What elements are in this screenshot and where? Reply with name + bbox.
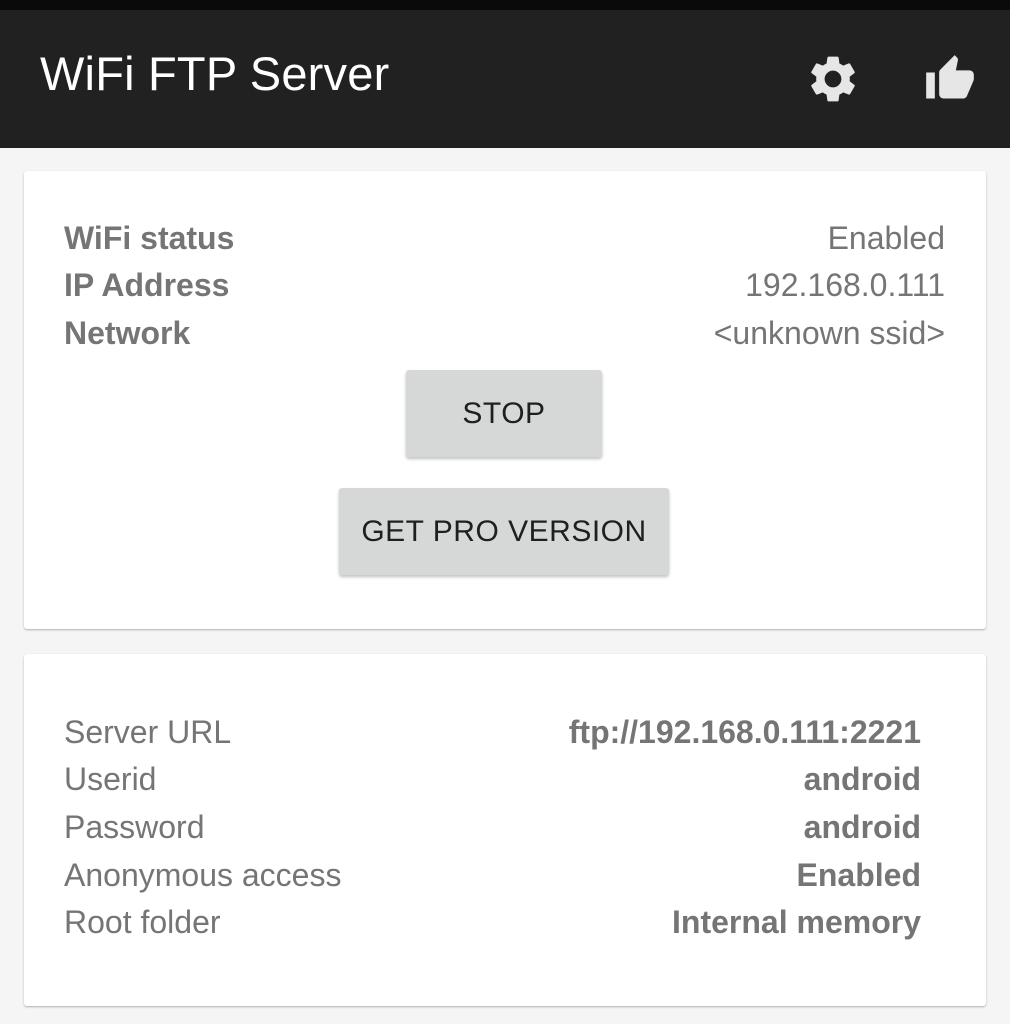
wifi-status-label: WiFi status <box>64 220 235 256</box>
userid-row: Userid android <box>64 763 921 795</box>
stop-button[interactable]: STOP <box>406 370 602 457</box>
anonymous-access-label: Anonymous access <box>64 857 342 893</box>
rate-button[interactable] <box>912 41 988 117</box>
app-bar: WiFi FTP Server <box>0 10 1010 148</box>
gear-icon <box>811 56 855 102</box>
password-value: android <box>803 809 921 845</box>
settings-button[interactable] <box>795 41 871 117</box>
password-row: Password android <box>64 811 921 843</box>
app-title: WiFi FTP Server <box>40 47 390 100</box>
wifi-status-value: Enabled <box>827 220 945 256</box>
ip-address-value: 192.168.0.111 <box>745 267 945 303</box>
userid-label: Userid <box>64 761 157 797</box>
network-label: Network <box>64 315 191 351</box>
thumbs-up-icon <box>926 55 974 99</box>
get-pro-version-button[interactable]: GET PRO VERSION <box>339 488 669 575</box>
server-url-label: Server URL <box>64 714 232 750</box>
ip-address-label: IP Address <box>64 267 230 303</box>
server-info-card: Server URL ftp://192.168.0.111:2221 User… <box>24 654 986 1006</box>
anonymous-access-value: Enabled <box>796 857 921 893</box>
password-label: Password <box>64 809 205 845</box>
userid-value: android <box>803 761 921 797</box>
server-url-row: Server URL ftp://192.168.0.111:2221 <box>64 716 921 748</box>
root-folder-value: Internal memory <box>672 904 921 940</box>
status-bar <box>0 0 1010 10</box>
root-folder-label: Root folder <box>64 904 221 940</box>
ip-address-row: IP Address 192.168.0.111 <box>64 269 945 301</box>
network-row: Network <unknown ssid> <box>64 317 945 349</box>
anonymous-access-row: Anonymous access Enabled <box>64 859 921 891</box>
network-value: <unknown ssid> <box>713 315 945 351</box>
connection-status-card: WiFi status Enabled IP Address 192.168.0… <box>24 171 986 629</box>
server-url-value: ftp://192.168.0.111:2221 <box>568 714 921 750</box>
wifi-status-row: WiFi status Enabled <box>64 222 945 254</box>
root-folder-row: Root folder Internal memory <box>64 906 921 938</box>
